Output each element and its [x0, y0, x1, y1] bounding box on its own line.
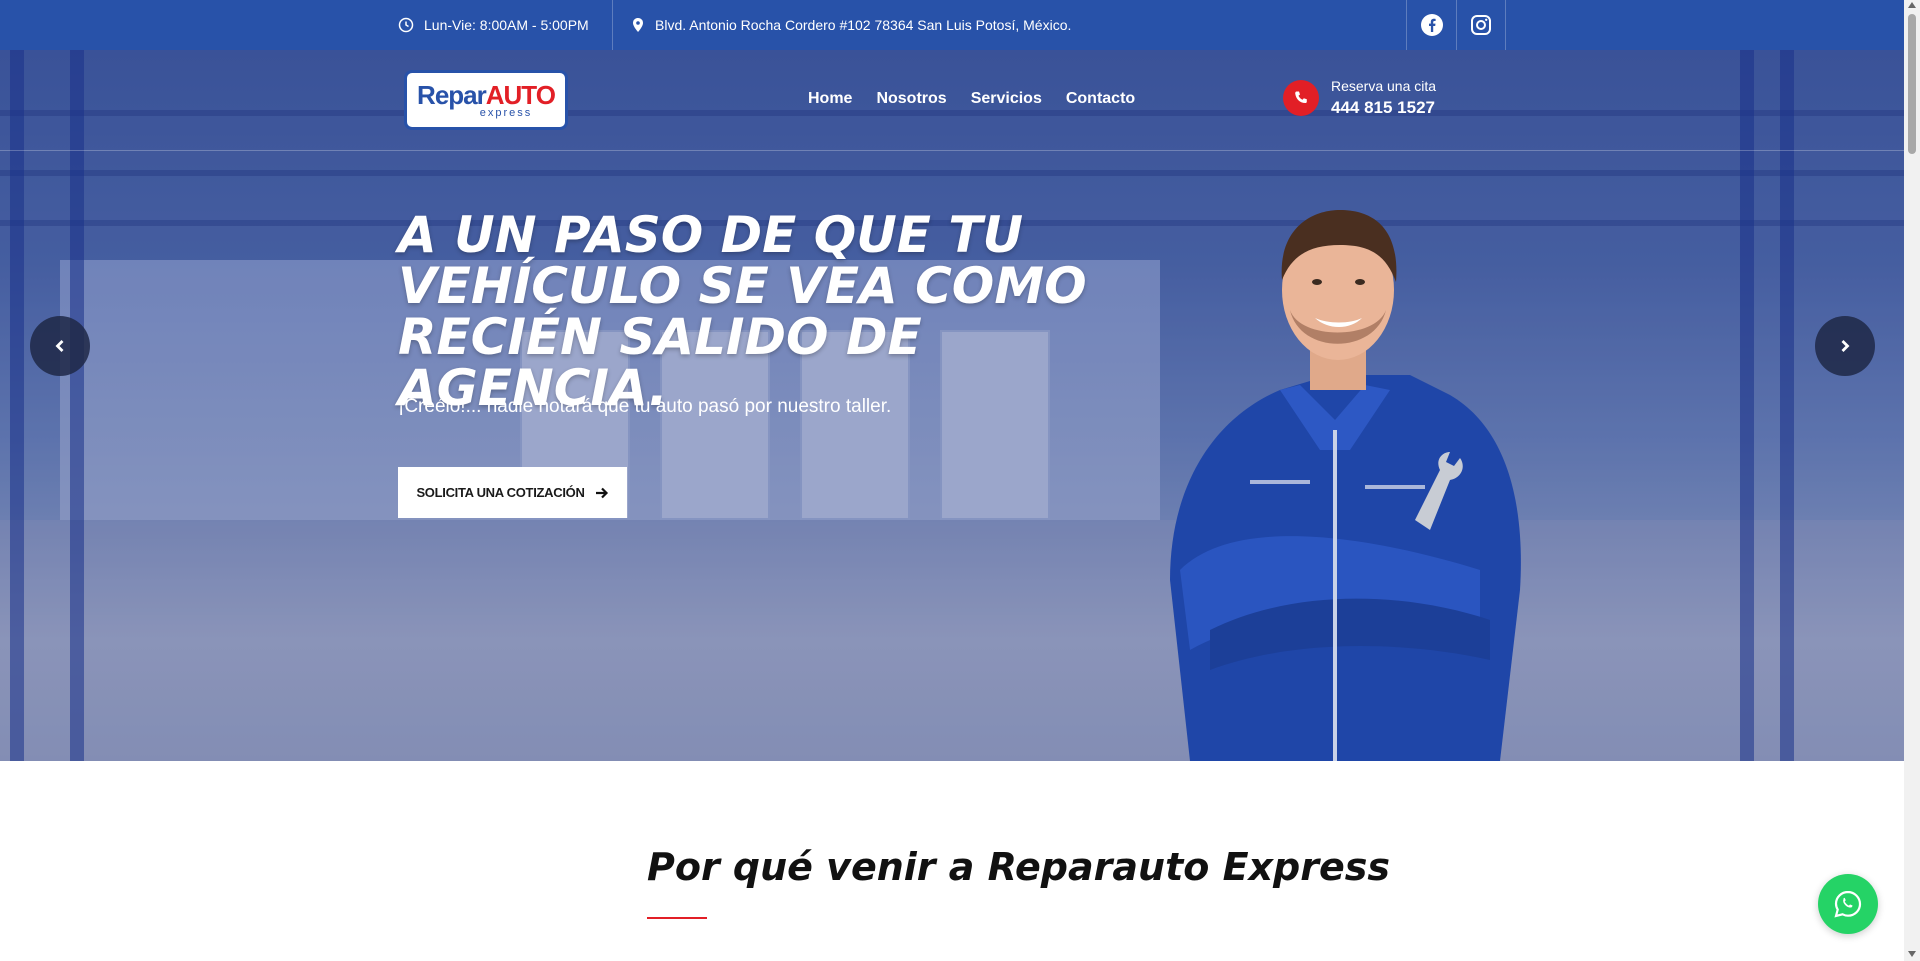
slider-next-button[interactable] — [1815, 316, 1875, 376]
nav-contacto[interactable]: Contacto — [1066, 90, 1135, 108]
topbar-divider — [612, 0, 613, 50]
facebook-icon — [1420, 14, 1443, 36]
hours-info: Lun-Vie: 8:00AM - 5:00PM — [398, 0, 589, 50]
book-label: Reserva una cita — [1331, 78, 1437, 94]
nav-servicios[interactable]: Servicios — [971, 90, 1042, 108]
book-phone[interactable]: 444 815 1527 — [1331, 98, 1436, 118]
chevron-left-icon — [55, 340, 64, 352]
header-divider — [0, 150, 1904, 151]
hero-slider: ReparAUTO express Home Nosotros Servicio… — [0, 50, 1904, 761]
instagram-link[interactable] — [1456, 0, 1506, 50]
site-logo[interactable]: ReparAUTO express — [404, 70, 568, 130]
logo-wordmark: ReparAUTO — [417, 79, 556, 110]
address-info: Blvd. Antonio Rocha Cordero #102 78364 S… — [631, 0, 1071, 50]
hero-headline: A un paso de que tu vehículo se vea como… — [398, 206, 1087, 417]
book-appointment[interactable]: Reserva una cita 444 815 1527 — [1283, 78, 1436, 118]
section-underline — [647, 917, 707, 919]
arrow-right-icon — [595, 487, 608, 498]
top-bar: Lun-Vie: 8:00AM - 5:00PM Blvd. Antonio R… — [0, 0, 1904, 50]
clock-icon — [398, 17, 414, 33]
scroll-down-arrow[interactable] — [1908, 951, 1916, 957]
nav-nosotros[interactable]: Nosotros — [876, 90, 946, 108]
slider-prev-button[interactable] — [30, 316, 90, 376]
scrollbar-thumb[interactable] — [1908, 14, 1916, 154]
location-pin-icon — [633, 18, 643, 32]
page-scrollbar[interactable] — [1904, 0, 1920, 961]
phone-icon — [1283, 80, 1319, 116]
hours-text: Lun-Vie: 8:00AM - 5:00PM — [424, 17, 589, 33]
address-text: Blvd. Antonio Rocha Cordero #102 78364 S… — [655, 17, 1072, 33]
whatsapp-button[interactable] — [1818, 874, 1878, 934]
chevron-right-icon — [1841, 340, 1850, 352]
whatsapp-icon — [1834, 890, 1862, 918]
quote-button-label: Solicita una cotización — [416, 485, 585, 500]
hero-subhead: ¡Creélo!... nadie notará que tu auto pas… — [398, 396, 892, 417]
mechanic-image — [1170, 210, 1521, 761]
facebook-link[interactable] — [1406, 0, 1456, 50]
logo-subtitle: express — [479, 106, 533, 119]
scroll-up-arrow[interactable] — [1908, 2, 1916, 8]
quote-button[interactable]: Solicita una cotización — [398, 467, 627, 518]
main-nav: Home Nosotros Servicios Contacto — [808, 90, 1159, 108]
nav-home[interactable]: Home — [808, 90, 852, 108]
instagram-icon — [1471, 15, 1491, 35]
section-title: Por qué venir a Reparauto Express — [647, 845, 1390, 889]
